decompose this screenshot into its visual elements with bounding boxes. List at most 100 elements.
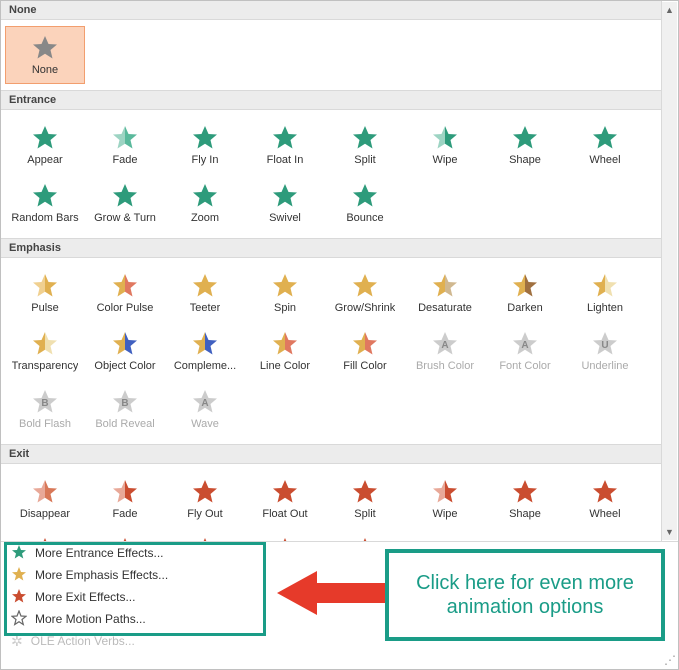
animation-label: Fly In xyxy=(192,154,219,166)
exit-grid: Disappear Fade Fly Out Float Out Split W… xyxy=(1,464,661,541)
scroll-down-button[interactable]: ▼ xyxy=(662,524,677,540)
animation-object-color[interactable]: Object Color xyxy=(85,322,165,380)
animation-bold-flash[interactable]: B Bold Flash xyxy=(5,380,85,438)
animation-label: Split xyxy=(354,154,375,166)
animation-label: Shape xyxy=(509,154,541,166)
animation-pulse[interactable]: Pulse xyxy=(5,264,85,322)
annotation-callout: Click here for even more animation optio… xyxy=(385,549,665,641)
entrance-grid: Appear Fade Fly In Float In Split Wipe S… xyxy=(1,110,661,238)
animation-appear[interactable]: Appear xyxy=(5,116,85,174)
animation-wipe[interactable]: Wipe xyxy=(405,116,485,174)
animation-shape[interactable]: Shape xyxy=(485,116,565,174)
animation-label: Desaturate xyxy=(418,302,472,314)
animation-compleme-[interactable]: Compleme... xyxy=(165,322,245,380)
menu-label: More Emphasis Effects... xyxy=(35,568,168,582)
animation-label: Darken xyxy=(507,302,542,314)
animation-label: None xyxy=(32,64,58,76)
animation-wipe[interactable]: Wipe xyxy=(405,470,485,528)
animation-split[interactable]: Split xyxy=(325,470,405,528)
animation-label: Fill Color xyxy=(343,360,386,372)
animation-shrink-tu-[interactable]: Shrink & Tu... xyxy=(85,528,165,541)
animation-label: Fade xyxy=(112,154,137,166)
animation-float-in[interactable]: Float In xyxy=(245,116,325,174)
animation-swivel[interactable]: Swivel xyxy=(245,174,325,232)
animation-line-color[interactable]: Line Color xyxy=(245,322,325,380)
none-grid: None xyxy=(1,20,661,90)
animation-label: Float In xyxy=(267,154,304,166)
vertical-scrollbar[interactable]: ▲ ▼ xyxy=(661,2,677,540)
animation-label: Wave xyxy=(191,418,219,430)
scroll-up-button[interactable]: ▲ xyxy=(662,2,677,18)
animation-font-color[interactable]: A Font Color xyxy=(485,322,565,380)
animation-split[interactable]: Split xyxy=(325,116,405,174)
animation-random-bars[interactable]: Random Bars xyxy=(5,528,85,541)
animation-label: Disappear xyxy=(20,508,70,520)
animation-fly-out[interactable]: Fly Out xyxy=(165,470,245,528)
animation-label: Bold Flash xyxy=(19,418,71,430)
animation-transparency[interactable]: Transparency xyxy=(5,322,85,380)
animation-color-pulse[interactable]: Color Pulse xyxy=(85,264,165,322)
animation-label: Wipe xyxy=(432,508,457,520)
animation-label: Fly Out xyxy=(187,508,222,520)
animation-random-bars[interactable]: Random Bars xyxy=(5,174,85,232)
svg-text:A: A xyxy=(201,398,208,409)
svg-text:U: U xyxy=(601,340,608,351)
animation-lighten[interactable]: Lighten xyxy=(565,264,645,322)
svg-text:A: A xyxy=(521,340,528,351)
animation-bounce[interactable]: Bounce xyxy=(325,528,405,541)
animation-label: Compleme... xyxy=(174,360,236,372)
menu-label: OLE Action Verbs... xyxy=(31,634,135,648)
animation-darken[interactable]: Darken xyxy=(485,264,565,322)
animation-label: Random Bars xyxy=(11,212,78,224)
star-icon xyxy=(11,610,27,629)
callout-text: Click here for even more animation optio… xyxy=(395,571,655,619)
animation-shape[interactable]: Shape xyxy=(485,470,565,528)
animation-bold-reveal[interactable]: BBold Reveal xyxy=(85,380,165,438)
animation-underline[interactable]: U Underline xyxy=(565,322,645,380)
animation-brush-color[interactable]: A Brush Color xyxy=(405,322,485,380)
animation-teeter[interactable]: Teeter xyxy=(165,264,245,322)
animation-grow-shrink[interactable]: Grow/Shrink xyxy=(325,264,405,322)
animation-label: Split xyxy=(354,508,375,520)
animation-label: Brush Color xyxy=(416,360,474,372)
animation-fade[interactable]: Fade xyxy=(85,116,165,174)
animation-label: Wipe xyxy=(432,154,457,166)
animation-float-out[interactable]: Float Out xyxy=(245,470,325,528)
animation-fly-in[interactable]: Fly In xyxy=(165,116,245,174)
animation-label: Wheel xyxy=(589,508,620,520)
animation-fill-color[interactable]: Fill Color xyxy=(325,322,405,380)
animation-label: Swivel xyxy=(269,212,301,224)
animation-desaturate[interactable]: Desaturate xyxy=(405,264,485,322)
star-icon xyxy=(11,566,27,585)
animation-label: Fade xyxy=(112,508,137,520)
animation-label: Underline xyxy=(581,360,628,372)
animation-label: Teeter xyxy=(190,302,221,314)
animation-fade[interactable]: Fade xyxy=(85,470,165,528)
animation-swivel[interactable]: Swivel xyxy=(245,528,325,541)
animation-bounce[interactable]: Bounce xyxy=(325,174,405,232)
animation-wheel[interactable]: Wheel xyxy=(565,116,645,174)
animation-label: Pulse xyxy=(31,302,59,314)
svg-text:B: B xyxy=(41,398,48,409)
animation-none[interactable]: None xyxy=(5,26,85,84)
menu-label: More Entrance Effects... xyxy=(35,546,164,560)
animation-label: Grow & Turn xyxy=(94,212,156,224)
animation-label: Font Color xyxy=(499,360,550,372)
resize-grip[interactable]: ⋰ xyxy=(664,653,676,667)
entrance-section-header: Entrance xyxy=(1,90,661,110)
animation-label: Wheel xyxy=(589,154,620,166)
emphasis-section-header: Emphasis xyxy=(1,238,661,258)
animation-zoom[interactable]: Zoom xyxy=(165,174,245,232)
animation-zoom[interactable]: Zoom xyxy=(165,528,245,541)
animation-label: Lighten xyxy=(587,302,623,314)
animation-spin[interactable]: Spin xyxy=(245,264,325,322)
animation-wheel[interactable]: Wheel xyxy=(565,470,645,528)
gear-icon: ✲ xyxy=(11,633,23,650)
animation-wave[interactable]: A Wave xyxy=(165,380,245,438)
animation-disappear[interactable]: Disappear xyxy=(5,470,85,528)
animation-grow-turn[interactable]: Grow & Turn xyxy=(85,174,165,232)
emphasis-grid: Pulse Color Pulse Teeter Spin Grow/Shrin… xyxy=(1,258,661,444)
animation-label: Grow/Shrink xyxy=(335,302,396,314)
animation-label: Spin xyxy=(274,302,296,314)
svg-text:A: A xyxy=(441,340,448,351)
